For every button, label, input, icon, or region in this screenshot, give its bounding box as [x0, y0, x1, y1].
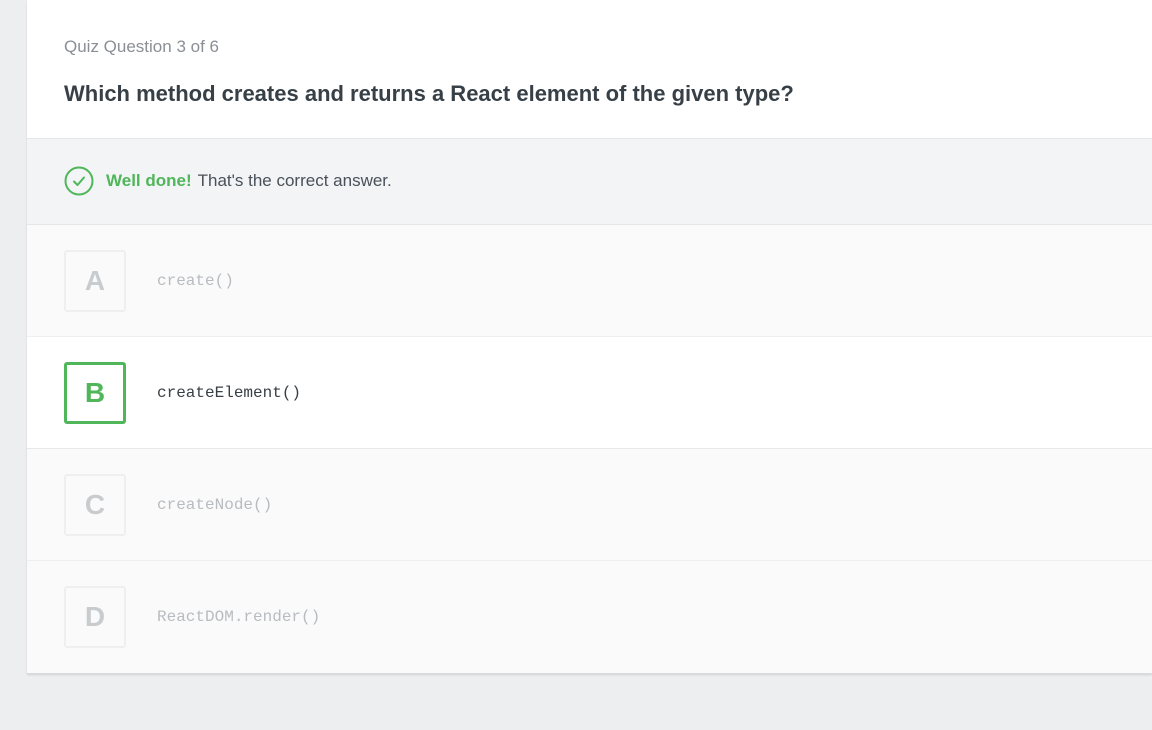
quiz-progress: Quiz Question 3 of 6 [64, 37, 219, 56]
option-code: create() [157, 271, 234, 290]
option-letter: D [64, 586, 126, 648]
option-letter: A [64, 249, 126, 312]
feedback-banner: Well done! That's the correct answer. [27, 139, 1152, 225]
check-circle-icon [64, 166, 94, 195]
feedback-message: That's the correct answer. [197, 170, 392, 190]
feedback-title: Well done! [106, 170, 192, 190]
option-code: ReactDOM.render() [157, 608, 321, 626]
option-code: createElement() [157, 383, 302, 402]
answer-option-a[interactable]: A create() [27, 225, 1152, 337]
answer-option-d[interactable]: D ReactDOM.render() [27, 561, 1152, 673]
question-text: Which method creates and returns a React… [64, 81, 794, 106]
option-letter: C [64, 473, 126, 536]
answer-option-c[interactable]: C createNode() [27, 449, 1152, 561]
option-code: createNode() [157, 495, 273, 514]
answer-option-b[interactable]: B createElement() [27, 337, 1152, 449]
option-letter: B [64, 361, 126, 424]
quiz-header: Quiz Question 3 of 6 Which method create… [27, 0, 1152, 139]
quiz-card: Quiz Question 3 of 6 Which method create… [27, 0, 1152, 674]
